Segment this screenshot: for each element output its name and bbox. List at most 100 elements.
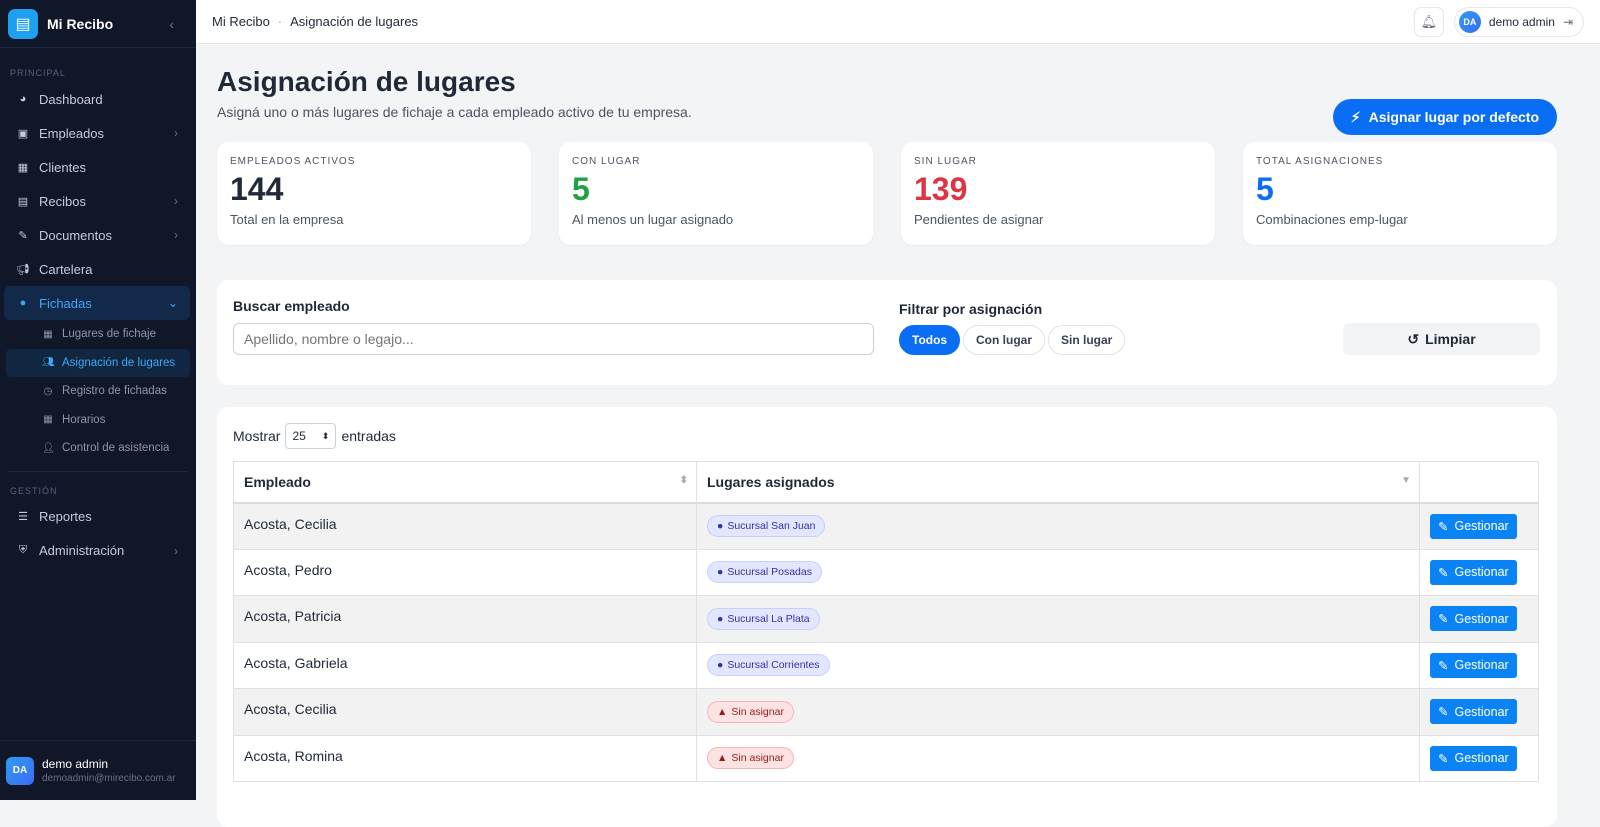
sort-desc-icon: ▼	[1401, 475, 1411, 486]
breadcrumb-home[interactable]: Mi Recibo	[212, 14, 270, 29]
chevron-right-icon: ›	[174, 194, 178, 208]
sidebar-sub-horarios[interactable]: ▦ Horarios	[6, 406, 190, 435]
clear-button[interactable]: ↺ Limpiar	[1343, 323, 1540, 355]
edit-icon: ✎	[1438, 519, 1449, 534]
sidebar: ▤ Mi Recibo ‹ PRINCIPAL ◕ Dashboard ▣ Empl…	[0, 0, 196, 800]
places-cell: ● Sucursal Posadas	[696, 548, 1420, 596]
employee-cell: Acosta, Cecilia	[233, 502, 697, 550]
breadcrumb-separator: ·	[277, 14, 283, 29]
bolt-icon: ⚡︎	[1350, 108, 1361, 125]
sidebar-item-documentos[interactable]: ✎ Documentos ›	[4, 218, 190, 252]
manage-button[interactable]: ✎ Gestionar	[1430, 606, 1517, 632]
breadcrumb-current: Asignación de lugares	[290, 14, 419, 29]
stat-value: 5	[572, 171, 590, 207]
filter-sin-lugar[interactable]: Sin lugar	[1048, 325, 1126, 355]
stat-label: TOTAL ASIGNACIONES	[1256, 156, 1384, 167]
warning-icon: ▲	[717, 705, 728, 718]
sidebar-sub-asignacion[interactable]: 👥︎ Asignación de lugares	[6, 348, 190, 377]
stat-desc: Combinaciones emp-lugar	[1256, 212, 1408, 227]
stat-card: EMPLEADOS ACTIVOS 144 Total en la empresa	[217, 142, 531, 245]
sidebar-sub-control[interactable]: 👤︎ Control de asistencia	[6, 434, 190, 463]
sidebar-item-cartelera[interactable]: 📢︎ Cartelera	[4, 252, 190, 286]
pie-chart-icon: ◕	[19, 93, 27, 105]
edit-icon: ✎	[1438, 612, 1449, 627]
place-name: Sin asignar	[731, 705, 784, 718]
sidebar-item-empleados[interactable]: ▣ Empleados ›	[4, 116, 190, 150]
place-badge: ● Sucursal La Plata	[707, 607, 820, 630]
sidebar-user[interactable]: DA demo admin demoadmin@mirecibo.com.ar	[0, 740, 196, 800]
table-row: Acosta, Patricia ● Sucursal La Plata ✎ Gesti…	[233, 595, 1539, 643]
receipt-icon: ▤	[17, 195, 29, 208]
sub-label: Asignación de lugares	[62, 356, 176, 369]
stat-desc: Total en la empresa	[230, 212, 344, 227]
page-size-value: 25	[292, 429, 306, 443]
button-label: Gestionar	[1454, 519, 1509, 533]
manage-button[interactable]: ✎ Gestionar	[1430, 699, 1517, 725]
edit-icon: ✎	[1438, 658, 1449, 673]
collapse-sidebar-icon[interactable]: ‹	[169, 16, 174, 32]
stat-card: TOTAL ASIGNACIONES 5 Combinaciones emp-lug…	[1243, 142, 1557, 245]
table-row: Acosta, Romina ▲ Sin asignar ✎ Gestionar	[233, 734, 1539, 782]
chevron-down-icon: ⌄	[167, 296, 178, 310]
edit-icon: ✎	[1438, 705, 1449, 720]
sidebar-item-recibos[interactable]: ▤ Recibos ›	[4, 184, 190, 218]
map-pin-icon: ●	[717, 612, 724, 625]
user-name: demo admin	[1488, 14, 1555, 29]
sidebar-sub-lugares[interactable]: ▦ Lugares de fichaje	[6, 320, 190, 349]
stat-value: 139	[914, 171, 968, 207]
filter-todos[interactable]: Todos	[899, 325, 961, 355]
filter-con-lugar[interactable]: Con lugar	[963, 325, 1045, 355]
filter-label: Filtrar por asignación	[899, 301, 1043, 317]
sidebar-sub-registro[interactable]: ◷ Registro de fichadas	[6, 377, 190, 406]
map-pin-icon: ●	[717, 566, 724, 579]
manage-button[interactable]: ✎ Gestionar	[1430, 745, 1517, 771]
brand: ▤ Mi Recibo ‹	[0, 0, 196, 48]
edit-icon: ✎	[1438, 751, 1449, 766]
stat-card: SIN LUGAR 139 Pendientes de asignar	[901, 142, 1215, 245]
actions-cell: ✎ Gestionar	[1419, 734, 1539, 782]
unassigned-badge: ▲ Sin asignar	[707, 747, 794, 770]
notifications-bell-icon[interactable]: 🔔︎	[1413, 6, 1444, 37]
actions-cell: ✎ Gestionar	[1419, 688, 1539, 736]
map-pin-icon: ●	[717, 659, 724, 672]
warning-icon: ▲	[717, 752, 728, 765]
button-label: Gestionar	[1454, 704, 1509, 719]
avatar: DA	[1458, 10, 1481, 33]
building-icon: ▦	[43, 328, 53, 340]
assign-default-button[interactable]: ⚡︎ Asignar lugar por defecto	[1332, 99, 1557, 135]
place-badge: ● Sucursal San Juan	[707, 515, 826, 537]
manage-button[interactable]: ✎ Gestionar	[1430, 652, 1517, 678]
sidebar-item-dashboard[interactable]: ◕ Dashboard	[4, 82, 190, 116]
places-cell: ▲ Sin asignar	[696, 734, 1420, 782]
page-size-select[interactable]: 25 ⬍	[285, 423, 337, 449]
column-header-lugares[interactable]: Lugares asignados ▼	[696, 461, 1420, 504]
manage-button[interactable]: ✎ Gestionar	[1430, 559, 1517, 585]
sidebar-item-administracion[interactable]: ⛨ Administración ›	[4, 534, 190, 568]
table-row: Acosta, Gabriela ● Sucursal Corrientes ✎ Ges…	[233, 641, 1539, 689]
brand-name: Mi Recibo	[47, 15, 114, 32]
page-size-control: Mostrar 25 ⬍ entradas	[233, 423, 1541, 449]
edit-icon: ✎	[1438, 565, 1449, 580]
place-name: Sucursal Corrientes	[727, 659, 820, 672]
logout-icon[interactable]: ⇥	[1563, 15, 1573, 29]
places-cell: ● Sucursal Corrientes	[696, 641, 1420, 689]
chevron-right-icon: ›	[174, 126, 178, 140]
nav-label: Cartelera	[39, 261, 93, 277]
button-label: Gestionar	[1454, 565, 1509, 580]
column-header-empleado[interactable]: Empleado ⬍	[233, 461, 697, 504]
button-label: Gestionar	[1454, 611, 1509, 626]
section-principal: PRINCIPAL	[10, 68, 66, 78]
place-badge: ● Sucursal Posadas	[707, 561, 822, 584]
header-label: Empleado	[244, 473, 311, 490]
user-menu[interactable]: DA demo admin ⇥	[1453, 6, 1584, 37]
stat-label: SIN LUGAR	[914, 156, 977, 167]
divider	[8, 470, 188, 472]
sidebar-item-reportes[interactable]: ☰ Reportes	[4, 500, 190, 534]
manage-button[interactable]: ✎ Gestionar	[1430, 513, 1517, 539]
actions-cell: ✎ Gestionar	[1419, 641, 1539, 689]
sidebar-item-fichadas[interactable]: ● Fichadas ⌄	[4, 286, 190, 320]
sidebar-item-clientes[interactable]: ▦ Clientes	[4, 150, 190, 184]
reset-icon: ↺	[1407, 330, 1420, 347]
clock-icon: ◷	[43, 385, 53, 397]
search-input[interactable]	[233, 323, 874, 355]
